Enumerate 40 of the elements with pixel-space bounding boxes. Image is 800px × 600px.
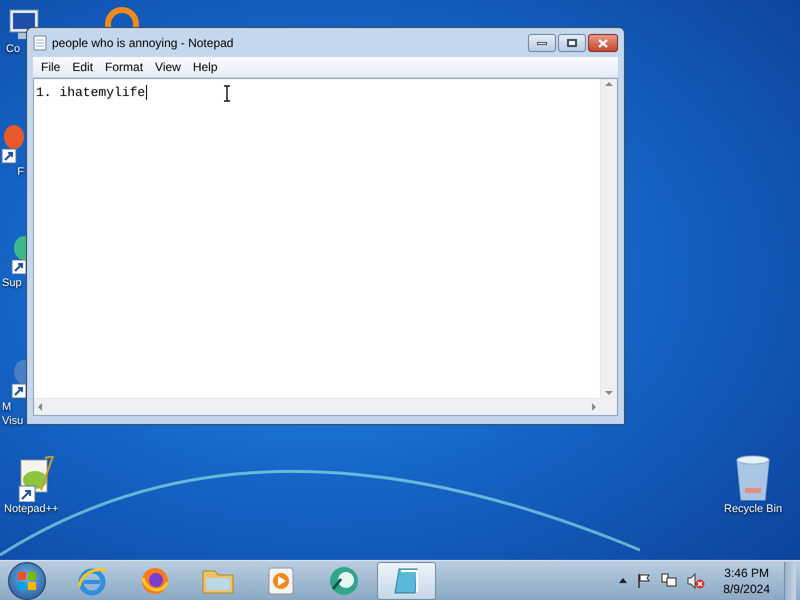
text-area[interactable]: 1. ihatemylife: [33, 78, 618, 416]
scroll-right-icon: [592, 403, 596, 411]
desktop-icon-label[interactable]: F: [17, 165, 24, 179]
menu-item[interactable]: Help: [186, 58, 224, 76]
desktop-icon-label[interactable]: M Visu: [2, 400, 24, 428]
show-hidden-icons-icon[interactable]: [619, 578, 628, 583]
start-button[interactable]: [8, 562, 46, 600]
show-desktop-button[interactable]: [784, 562, 796, 600]
scroll-left-icon: [38, 403, 42, 411]
windows-logo-icon: [17, 570, 37, 590]
scroll-up-icon: [605, 82, 613, 86]
app-shortcut-icon: [0, 125, 24, 165]
fox-globe-icon: [140, 566, 170, 596]
menu-item[interactable]: File: [35, 58, 66, 76]
close-button[interactable]: [588, 34, 618, 52]
desktop-icon-label[interactable]: Co: [6, 42, 20, 56]
clock-time[interactable]: 3:46 PM: [724, 564, 769, 580]
menu-item[interactable]: View: [149, 58, 187, 76]
close-icon: [598, 38, 608, 48]
menu-item[interactable]: Format: [99, 58, 150, 76]
notepad-icon: [33, 34, 47, 50]
play-icon: [266, 566, 294, 596]
menu-item[interactable]: Edit: [66, 58, 100, 76]
minimize-button[interactable]: [528, 34, 556, 52]
horizontal-scrollbar[interactable]: [34, 398, 600, 415]
maximize-icon: [567, 39, 577, 47]
flag-icon[interactable]: [637, 572, 652, 588]
desktop-icon-label[interactable]: Recycle Bin: [724, 502, 782, 516]
maximize-button[interactable]: [558, 34, 586, 52]
document-text: 1. ihatemylife: [36, 85, 148, 100]
text-cursor-icon: [223, 85, 231, 102]
network-icon[interactable]: [661, 572, 678, 588]
desktop-icon-label[interactable]: Notepad++: [4, 502, 58, 516]
taskbar-button[interactable]: [377, 562, 436, 600]
clock-date[interactable]: 8/9/2024: [723, 580, 770, 596]
desktop-icon-label[interactable]: Sup: [2, 276, 22, 290]
vertical-scrollbar[interactable]: [600, 79, 617, 398]
window-title: people who is annoying - Notepad: [52, 34, 234, 52]
minimize-icon: [537, 42, 547, 44]
volume-muted-icon[interactable]: [687, 572, 706, 588]
